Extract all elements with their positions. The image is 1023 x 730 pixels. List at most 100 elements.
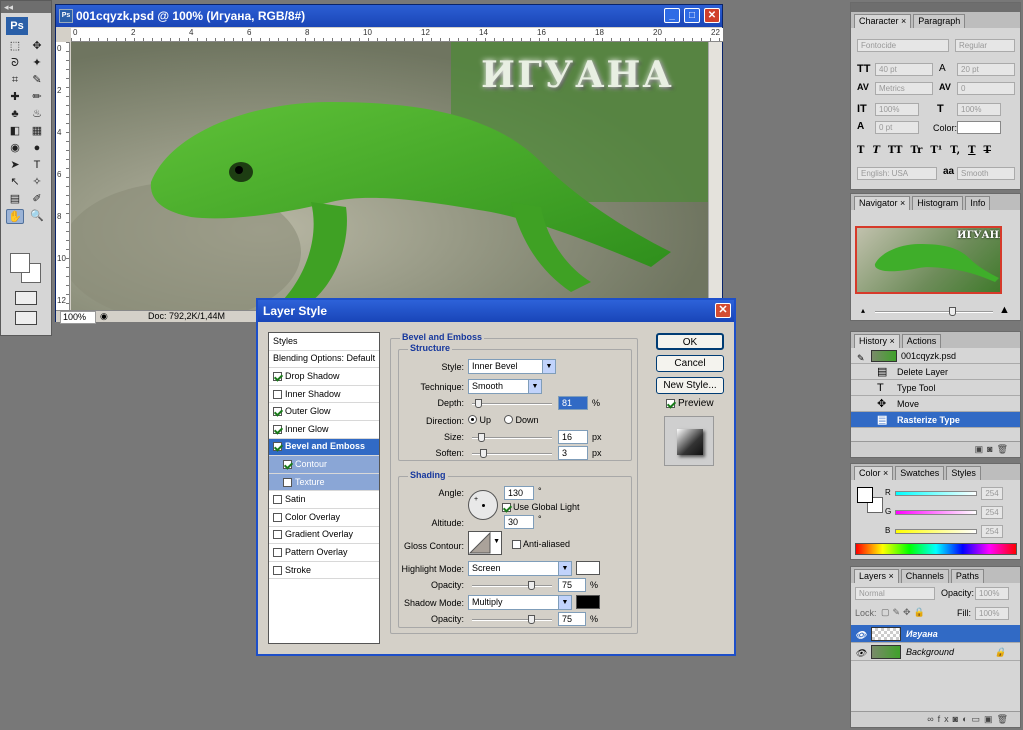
image-canvas[interactable]: ИГУАНА — [71, 42, 708, 310]
document-titlebar[interactable]: Ps 001cqyzk.psd @ 100% (Игуана, RGB/8#) … — [56, 5, 722, 27]
style-checkbox[interactable] — [273, 547, 282, 557]
slice-icon[interactable]: ✎ — [28, 73, 46, 88]
history-snapshot[interactable]: ✎ 001cqyzk.psd — [851, 348, 1020, 364]
highlight-opacity-slider[interactable] — [472, 581, 552, 590]
toolbox-grip[interactable]: ◂◂ — [1, 1, 51, 13]
global-light-checkbox[interactable]: Use Global Light — [502, 502, 580, 512]
color-fg-swatch[interactable] — [857, 487, 873, 503]
screen-mode-icon[interactable] — [15, 311, 37, 325]
move-icon[interactable]: ✥ — [28, 39, 46, 54]
style-item[interactable]: Drop Shadow — [269, 368, 379, 386]
delete-layer-icon[interactable]: 🗑 — [997, 714, 1012, 724]
size-input[interactable]: 16 — [558, 430, 588, 444]
style-checkbox[interactable] — [273, 424, 282, 434]
channel-value[interactable]: 254 — [981, 487, 1003, 500]
color-spectrum-bar[interactable] — [855, 543, 1017, 555]
type-style-button[interactable]: TT — [888, 145, 903, 156]
navigator-thumbnail[interactable]: ИГУАНА — [855, 226, 1002, 294]
style-item[interactable]: Gradient Overlay — [269, 527, 379, 545]
vertical-ruler[interactable]: 0 2 4 6 8 10 12 — [56, 42, 70, 310]
path-select-icon[interactable]: ➤ — [6, 158, 24, 173]
new-snapshot-icon[interactable]: ◙ — [987, 444, 996, 454]
layer-opacity-input[interactable]: 100% — [975, 587, 1009, 600]
eraser-icon[interactable]: ◧ — [6, 124, 24, 139]
history-item[interactable]: ▤ Rasterize Type — [851, 412, 1020, 428]
bevel-style-select[interactable]: Inner Bevel ▼ — [468, 359, 556, 374]
size-slider-thumb[interactable] — [478, 433, 485, 442]
style-checkbox[interactable] — [273, 512, 282, 522]
tab-channels[interactable]: Channels — [900, 569, 949, 583]
depth-input[interactable]: 81 — [558, 396, 588, 410]
channel-value[interactable]: 254 — [981, 506, 1003, 519]
history-item[interactable]: ▤ Delete Layer — [851, 364, 1020, 380]
antialias-select[interactable]: Smooth — [957, 167, 1015, 180]
font-family-select[interactable]: Fontocide — [857, 39, 949, 52]
healing-icon[interactable]: ✚ — [6, 90, 24, 105]
tab-layers[interactable]: Layers × — [854, 569, 899, 583]
document-vertical-scrollbar[interactable] — [708, 42, 722, 310]
new-layer-icon[interactable]: ▣ — [984, 714, 997, 724]
close-tab-icon[interactable]: × — [887, 336, 895, 346]
shadow-opacity-input[interactable]: 75 — [558, 612, 586, 626]
hand-icon[interactable]: ✋ — [6, 209, 24, 224]
type-style-button[interactable]: Tr — [910, 145, 922, 156]
link-icon[interactable]: ∞ — [927, 714, 937, 724]
tab-info[interactable]: Info — [965, 196, 991, 210]
close-document-button[interactable]: ✕ — [704, 8, 720, 23]
tab-navigator[interactable]: Navigator × — [854, 196, 911, 210]
gradient-icon[interactable]: ▦ — [28, 124, 46, 139]
preview-checkbox[interactable]: Preview — [666, 398, 714, 409]
technique-select[interactable]: Smooth ▼ — [468, 379, 542, 394]
style-item[interactable]: Texture — [269, 473, 379, 492]
style-checkbox[interactable] — [283, 459, 292, 469]
direction-up-radio[interactable]: Up — [468, 415, 491, 425]
style-item[interactable]: Inner Shadow — [269, 386, 379, 404]
tab-histogram[interactable]: Histogram — [912, 196, 964, 210]
highlight-opacity-thumb[interactable] — [528, 581, 535, 590]
font-style-select[interactable]: Regular — [955, 39, 1015, 52]
style-item[interactable]: Inner Glow — [269, 421, 379, 439]
navigator-zoom-thumb[interactable] — [949, 307, 956, 316]
style-item[interactable]: Contour — [269, 456, 379, 474]
tab-swatches[interactable]: Swatches — [895, 466, 945, 480]
kerning-input[interactable]: Metrics — [875, 82, 933, 95]
history-item[interactable]: T Type Tool — [851, 380, 1020, 396]
dodge-icon[interactable]: ● — [28, 141, 46, 156]
text-color-swatch[interactable] — [957, 121, 1001, 134]
angle-dial[interactable]: + — [468, 490, 498, 520]
maximize-button[interactable]: □ — [684, 8, 700, 23]
stamp-icon[interactable]: ♣ — [6, 107, 24, 122]
style-checkbox[interactable] — [273, 407, 282, 417]
direction-down-radio[interactable]: Down — [504, 415, 539, 425]
style-checkbox[interactable] — [273, 442, 282, 452]
adjustment-icon[interactable]: ◐ — [962, 714, 971, 724]
soften-input[interactable]: 3 — [558, 446, 588, 460]
horizontal-ruler[interactable]: 0 2 4 6 8 10 12 14 16 18 20 22 — [71, 28, 723, 42]
channel-slider[interactable] — [895, 529, 977, 534]
shadow-color-swatch[interactable] — [576, 595, 600, 609]
zoom-level[interactable]: 100% — [60, 311, 96, 324]
panel-grip[interactable] — [851, 3, 1020, 12]
standard-mode-icon[interactable] — [15, 291, 37, 305]
style-checkbox[interactable] — [273, 565, 282, 575]
angle-input[interactable]: 130 — [504, 486, 534, 500]
eye-icon[interactable]: 👁 — [855, 626, 866, 644]
foreground-color-swatch[interactable] — [10, 253, 30, 273]
brush-icon[interactable]: ✏ — [28, 90, 46, 105]
type-style-button[interactable]: T — [984, 145, 991, 156]
new-style-button[interactable]: New Style... — [656, 377, 724, 394]
zoom-out-icon[interactable]: ▴ — [861, 306, 865, 315]
soften-slider[interactable] — [472, 449, 552, 458]
style-checkbox[interactable] — [273, 389, 282, 399]
type-icon[interactable]: T — [28, 158, 46, 173]
altitude-input[interactable]: 30 — [504, 515, 534, 529]
group-icon[interactable]: ▭ — [972, 714, 985, 724]
history-item[interactable]: ✥ Move — [851, 396, 1020, 412]
style-checkbox[interactable] — [273, 530, 282, 540]
font-size-input[interactable]: 40 pt — [875, 63, 933, 76]
style-item[interactable]: Bevel and Emboss — [269, 438, 379, 457]
type-style-button[interactable]: T — [872, 145, 879, 156]
blending-options-item[interactable]: Blending Options: Default — [269, 351, 379, 369]
highlight-opacity-input[interactable]: 75 — [558, 578, 586, 592]
close-dialog-button[interactable]: ✕ — [715, 303, 731, 318]
